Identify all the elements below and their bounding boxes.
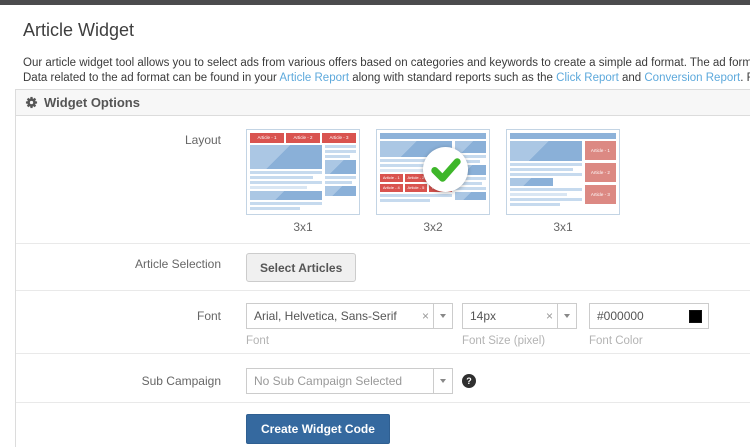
caret-down-icon — [564, 314, 570, 318]
mock-skeleton — [250, 145, 322, 210]
dropdown-caret-button[interactable] — [557, 304, 576, 328]
mock-skeleton — [380, 133, 486, 139]
sub-campaign-value: No Sub Campaign Selected — [247, 369, 433, 393]
intro-line-1: Our article widget tool allows you to se… — [23, 56, 750, 71]
sub-campaign-select[interactable]: No Sub Campaign Selected — [246, 368, 453, 394]
article-chip: Article - 4 — [380, 184, 403, 192]
article-chip: Article - 1 — [585, 141, 616, 160]
layout-caption: 3x1 — [506, 220, 620, 234]
layout-preview-3x2: Article - 1 Article - 2 Article - 3 Arti… — [376, 129, 490, 215]
layout-row: Layout Article - 1 Article - 2 Article -… — [16, 116, 750, 244]
font-family-select[interactable]: Arial, Helvetica, Sans-Serif × — [246, 303, 453, 329]
top-nav-bar — [0, 0, 750, 5]
article-chip: Article - 3 — [585, 185, 616, 204]
layout-preview-3x1-side: Article - 1 Article - 2 Article - 3 — [506, 129, 620, 215]
mock-skeleton — [510, 133, 616, 139]
clear-icon[interactable]: × — [418, 304, 433, 328]
font-size-caption: Font Size (pixel) — [462, 335, 577, 347]
font-family-field: Arial, Helvetica, Sans-Serif × Font — [246, 303, 453, 347]
layout-caption: 3x1 — [246, 220, 360, 234]
font-color-value: #000000 — [590, 304, 683, 328]
cogs-icon — [25, 96, 38, 109]
color-swatch — [689, 310, 702, 323]
font-size-select[interactable]: 14px × — [462, 303, 577, 329]
font-color-field: #000000 Font Color — [589, 303, 709, 347]
click-report-link[interactable]: Click Report — [556, 72, 619, 84]
submit-row: Create Widget Code — [16, 403, 750, 447]
intro-line-2: Data related to the ad format can be fou… — [23, 71, 750, 86]
help-icon[interactable]: ? — [462, 374, 476, 388]
layout-caption: 3x2 — [376, 220, 490, 234]
font-label: Font — [16, 291, 221, 353]
font-size-field: 14px × Font Size (pixel) — [462, 303, 577, 347]
create-widget-code-button[interactable]: Create Widget Code — [246, 414, 390, 444]
dropdown-caret-button[interactable] — [433, 304, 452, 328]
caret-down-icon — [440, 314, 446, 318]
article-chip: Article - 2 — [585, 163, 616, 182]
mock-article-stack: Article - 1 Article - 2 Article - 3 — [585, 141, 616, 207]
layout-option-3x2-selected[interactable]: Article - 1 Article - 2 Article - 3 Arti… — [376, 129, 490, 234]
layout-options: Article - 1 Article - 2 Article - 3 — [246, 129, 620, 234]
panel-title: Widget Options — [44, 95, 140, 110]
color-swatch-button[interactable] — [683, 304, 708, 328]
layout-option-3x1-left[interactable]: Article - 1 Article - 2 Article - 3 — [246, 129, 360, 234]
widget-options-panel: Widget Options Layout Article - 1 Articl… — [15, 89, 750, 447]
conversion-report-link[interactable]: Conversion Report — [644, 72, 740, 84]
clear-icon[interactable]: × — [542, 304, 557, 328]
sub-campaign-row: Sub Campaign No Sub Campaign Selected ? — [16, 354, 750, 403]
dropdown-caret-button[interactable] — [433, 369, 452, 393]
layout-preview-3x1-top: Article - 1 Article - 2 Article - 3 — [246, 129, 360, 215]
article-report-link[interactable]: Article Report — [279, 72, 349, 84]
mock-article-chips: Article - 1 Article - 2 Article - 3 — [250, 133, 356, 143]
font-size-value: 14px — [463, 304, 542, 328]
article-chip: Article - 1 — [380, 174, 403, 182]
layout-label: Layout — [16, 129, 221, 243]
font-family-value: Arial, Helvetica, Sans-Serif — [247, 304, 418, 328]
select-articles-button[interactable]: Select Articles — [246, 253, 356, 282]
font-row: Font Arial, Helvetica, Sans-Serif × Font… — [16, 291, 750, 354]
article-chip: Article - 2 — [286, 133, 320, 143]
font-color-input[interactable]: #000000 — [589, 303, 709, 329]
page-title: Article Widget — [23, 20, 750, 41]
panel-header: Widget Options — [16, 90, 750, 116]
intro-paragraph: Our article widget tool allows you to se… — [23, 56, 750, 86]
article-selection-row: Article Selection Select Articles — [16, 244, 750, 291]
caret-down-icon — [440, 379, 446, 383]
mock-skeleton — [325, 145, 356, 210]
selected-check-icon — [422, 146, 469, 193]
article-selection-label: Article Selection — [16, 244, 221, 290]
mock-skeleton — [510, 141, 582, 207]
article-chip: Article - 3 — [322, 133, 356, 143]
font-family-caption: Font — [246, 335, 453, 347]
sub-campaign-label: Sub Campaign — [16, 354, 221, 402]
font-color-caption: Font Color — [589, 335, 709, 347]
layout-option-3x1-right[interactable]: Article - 1 Article - 2 Article - 3 3x1 — [506, 129, 620, 234]
article-chip: Article - 1 — [250, 133, 284, 143]
